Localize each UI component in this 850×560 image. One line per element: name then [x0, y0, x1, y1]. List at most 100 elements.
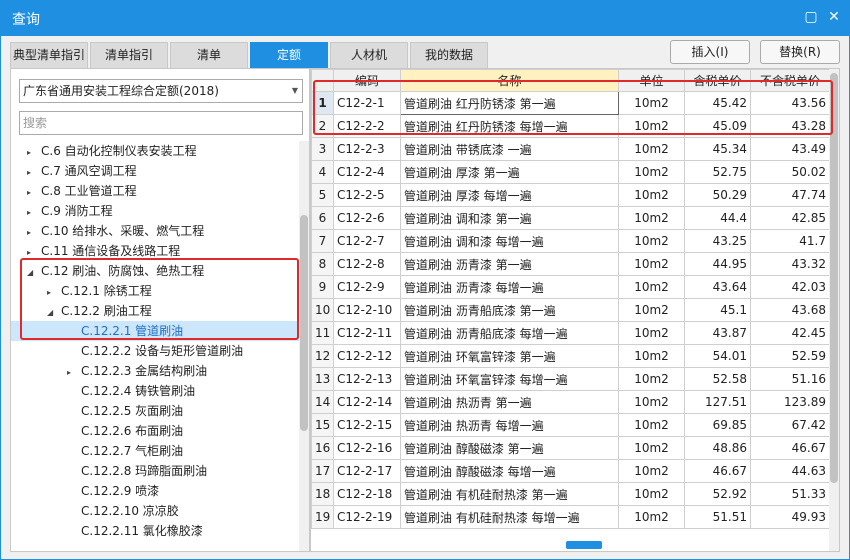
col-taxed-price-cell[interactable]: 127.51 — [684, 390, 751, 414]
col-rownum-cell[interactable]: 19 — [311, 505, 334, 529]
col-unit-cell[interactable]: 10m2 — [618, 321, 685, 345]
col-rownum-cell[interactable]: 11 — [311, 321, 334, 345]
col-untaxed-price-cell[interactable]: 42.85 — [750, 206, 830, 230]
tree-item[interactable]: C.12.2.2 设备与矩形管道刷油 — [67, 341, 243, 361]
col-name-cell[interactable]: 管道刷油 醇酸磁漆 第一遍 — [400, 436, 619, 460]
tab-2[interactable]: 清单 — [170, 42, 248, 68]
table-row[interactable]: 18 C12-2-18 管道刷油 有机硅耐热漆 第一遍 10m2 52.92 51.33 — [311, 482, 830, 506]
col-name-cell[interactable]: 管道刷油 热沥青 每增一遍 — [400, 413, 619, 437]
expand-icon[interactable]: ▸ — [27, 143, 41, 163]
table-row[interactable]: 3 C12-2-3 管道刷油 带锈底漆 一遍 10m2 45.34 43.49 — [311, 137, 830, 161]
col-name-cell[interactable]: 管道刷油 有机硅耐热漆 每增一遍 — [400, 505, 619, 529]
col-unit-cell[interactable]: 10m2 — [618, 367, 685, 391]
col-unit-cell[interactable]: 10m2 — [618, 459, 685, 483]
col-unit-cell[interactable]: 10m2 — [618, 298, 685, 322]
replace-button[interactable]: 替换(R) — [760, 40, 840, 64]
table-row[interactable]: 13 C12-2-13 管道刷油 环氧富锌漆 每增一遍 10m2 52.58 51.16 — [311, 367, 830, 391]
col-name-cell[interactable]: 管道刷油 带锈底漆 一遍 — [400, 137, 619, 161]
col-untaxed-price-cell[interactable]: 51.16 — [750, 367, 830, 391]
col-name-cell[interactable]: 管道刷油 有机硅耐热漆 第一遍 — [400, 482, 619, 506]
col-name-cell[interactable]: 管道刷油 热沥青 第一遍 — [400, 390, 619, 414]
col-code-cell[interactable]: C12-2-15 — [333, 413, 401, 437]
tree-item[interactable]: ▸ C.6 自动化控制仪表安装工程 — [27, 141, 197, 161]
col-taxed-price-cell[interactable]: 52.75 — [684, 160, 751, 184]
col-rownum-cell[interactable]: 2 — [311, 114, 334, 138]
norm-select[interactable]: 广东省通用安装工程综合定额(2018) ▼ — [19, 79, 303, 103]
tree-item[interactable]: C.12.2.8 玛蹄脂面刷油 — [67, 461, 207, 481]
col-taxed-price-cell[interactable]: 44.95 — [684, 252, 751, 276]
col-taxed-price-cell[interactable]: 69.85 — [684, 413, 751, 437]
table-row[interactable]: 12 C12-2-12 管道刷油 环氧富锌漆 第一遍 10m2 54.01 52.59 — [311, 344, 830, 368]
col-rownum-cell[interactable]: 14 — [311, 390, 334, 414]
tree-item[interactable]: C.12.2.1 管道刷油 — [11, 321, 299, 341]
col-code-cell[interactable]: C12-2-7 — [333, 229, 401, 253]
col-taxed-price-cell[interactable]: 44.4 — [684, 206, 751, 230]
search-input[interactable]: 搜索 — [19, 111, 303, 135]
table-scrollbar-thumb[interactable] — [830, 73, 838, 483]
expand-icon[interactable]: ▸ — [27, 163, 41, 183]
expand-icon[interactable]: ▸ — [47, 283, 61, 303]
col-unit-cell[interactable]: 10m2 — [618, 505, 685, 529]
tree-scrollbar-thumb[interactable] — [300, 215, 308, 431]
tree-item[interactable]: C.12.2.4 铸铁管刷油 — [67, 381, 195, 401]
col-untaxed-price-cell[interactable]: 43.49 — [750, 137, 830, 161]
col-name-cell[interactable]: 管道刷油 沥青船底漆 第一遍 — [400, 298, 619, 322]
col-unit-cell[interactable]: 10m2 — [618, 252, 685, 276]
col-untaxed-price-cell[interactable]: 50.02 — [750, 160, 830, 184]
col-name-cell[interactable]: 管道刷油 沥青漆 每增一遍 — [400, 275, 619, 299]
col-unit-cell[interactable]: 10m2 — [618, 275, 685, 299]
col-rownum-cell[interactable]: 6 — [311, 206, 334, 230]
col-untaxed-price-cell[interactable]: 47.74 — [750, 183, 830, 207]
tree-item[interactable]: ▸ C.9 消防工程 — [27, 201, 113, 221]
col-unit-cell[interactable]: 10m2 — [618, 229, 685, 253]
col-rownum-cell[interactable]: 4 — [311, 160, 334, 184]
col-code-cell[interactable]: C12-2-19 — [333, 505, 401, 529]
tree-item[interactable]: ▸ C.10 给排水、采暖、燃气工程 — [27, 221, 204, 241]
col-code-cell[interactable]: C12-2-6 — [333, 206, 401, 230]
col-name-cell[interactable]: 管道刷油 沥青船底漆 每增一遍 — [400, 321, 619, 345]
table-row[interactable]: 16 C12-2-16 管道刷油 醇酸磁漆 第一遍 10m2 48.86 46.67 — [311, 436, 830, 460]
tree-item[interactable]: ▸ C.11 通信设备及线路工程 — [27, 241, 180, 261]
col-taxed-price-cell[interactable]: 45.1 — [684, 298, 751, 322]
col-taxed-price-cell[interactable]: 48.86 — [684, 436, 751, 460]
col-code-cell[interactable]: C12-2-5 — [333, 183, 401, 207]
tab-5[interactable]: 我的数据 — [410, 42, 488, 68]
col-code-cell[interactable]: C12-2-8 — [333, 252, 401, 276]
col-taxed-price-cell[interactable]: 43.87 — [684, 321, 751, 345]
col-rownum-cell[interactable]: 10 — [311, 298, 334, 322]
col-taxed-price-cell[interactable]: 43.64 — [684, 275, 751, 299]
col-rownum-cell[interactable]: 12 — [311, 344, 334, 368]
col-rownum-cell[interactable]: 13 — [311, 367, 334, 391]
col-unit-header[interactable]: 单位 — [618, 69, 685, 92]
col-untaxed-price-cell[interactable]: 44.63 — [750, 459, 830, 483]
col-untaxed-price-cell[interactable]: 51.33 — [750, 482, 830, 506]
table-row[interactable]: 2 C12-2-2 管道刷油 红丹防锈漆 每增一遍 10m2 45.09 43.28 — [311, 114, 830, 138]
table-row[interactable]: 5 C12-2-5 管道刷油 厚漆 每增一遍 10m2 50.29 47.74 — [311, 183, 830, 207]
col-taxed-price-header[interactable]: 含税单价 — [684, 69, 751, 92]
col-code-cell[interactable]: C12-2-11 — [333, 321, 401, 345]
expand-icon[interactable]: ▸ — [67, 363, 81, 383]
col-rownum-cell[interactable]: 1 — [311, 91, 334, 115]
col-rownum-header[interactable] — [311, 69, 334, 92]
col-untaxed-price-cell[interactable]: 49.93 — [750, 505, 830, 529]
col-name-cell[interactable]: 管道刷油 环氧富锌漆 每增一遍 — [400, 367, 619, 391]
table-row[interactable]: 17 C12-2-17 管道刷油 醇酸磁漆 每增一遍 10m2 46.67 44.63 — [311, 459, 830, 483]
expand-icon[interactable]: ▸ — [27, 243, 41, 263]
col-taxed-price-cell[interactable]: 45.09 — [684, 114, 751, 138]
col-rownum-cell[interactable]: 15 — [311, 413, 334, 437]
tree-item[interactable]: ▸ C.7 通风空调工程 — [27, 161, 137, 181]
col-untaxed-price-cell[interactable]: 41.7 — [750, 229, 830, 253]
col-untaxed-price-cell[interactable]: 42.03 — [750, 275, 830, 299]
col-code-cell[interactable]: C12-2-1 — [333, 91, 401, 115]
col-taxed-price-cell[interactable]: 54.01 — [684, 344, 751, 368]
col-name-cell[interactable]: 管道刷油 沥青漆 第一遍 — [400, 252, 619, 276]
tree-item[interactable]: C.12.2.6 布面刷油 — [67, 421, 183, 441]
tree-scrollbar[interactable] — [299, 141, 309, 551]
col-code-cell[interactable]: C12-2-13 — [333, 367, 401, 391]
col-taxed-price-cell[interactable]: 43.25 — [684, 229, 751, 253]
insert-button[interactable]: 插入(I) — [670, 40, 750, 64]
col-name-cell[interactable]: 管道刷油 醇酸磁漆 每增一遍 — [400, 459, 619, 483]
col-taxed-price-cell[interactable]: 50.29 — [684, 183, 751, 207]
col-name-cell[interactable]: 管道刷油 厚漆 每增一遍 — [400, 183, 619, 207]
col-code-cell[interactable]: C12-2-10 — [333, 298, 401, 322]
